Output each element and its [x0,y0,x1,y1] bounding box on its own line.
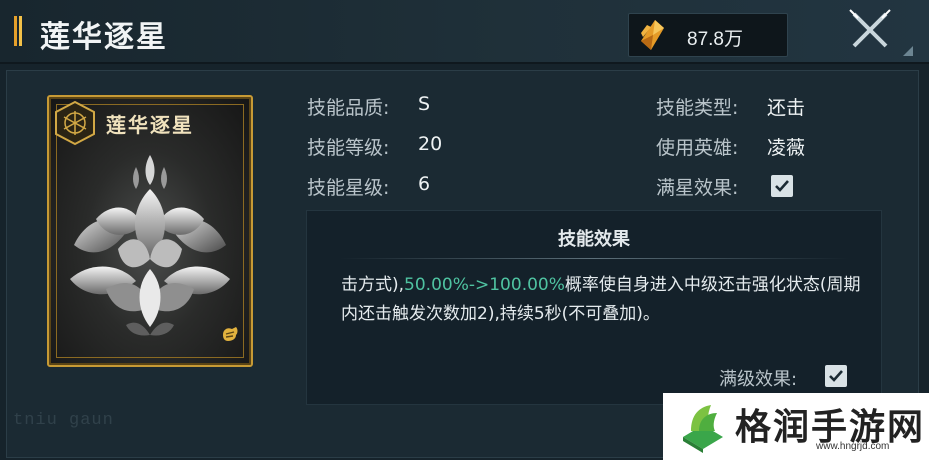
top-bar: 莲华逐星 87.8万 [0,0,929,64]
max-star-label: 满星效果: [656,177,739,199]
type-label: 技能类型: [656,97,739,119]
type-value: 还击 [767,97,806,119]
skill-card: 莲华逐星 [47,95,253,367]
hero-value: 凌薇 [767,137,806,159]
close-icon[interactable] [846,8,894,52]
star-label: 技能星级: [307,177,390,199]
watermark-logo-icon [683,405,723,453]
faint-game-logo: tniu gaun [13,411,114,430]
site-watermark: 格润手游网 www.hngrjd.com [663,393,929,460]
max-level-checkbox[interactable] [825,365,847,387]
lotus-art [70,155,230,336]
effect-highlight: 50.00%->100.00% [404,275,565,295]
hero-label: 使用英雄: [656,137,739,159]
crystal-icon [641,20,664,50]
effect-box: 技能效果 击方式),50.00%->100.00%概率使自身进入中级还击强化状态… [306,210,882,405]
effect-description: 击方式),50.00%->100.00%概率使自身进入中级还击强化状态(周期内还… [341,271,861,329]
watermark-url: www.hngrjd.com [816,441,890,452]
page-title: 莲华逐星 [40,20,168,55]
level-label: 技能等级: [307,137,390,159]
quality-label: 技能品质: [307,97,390,119]
title-accent [14,16,24,46]
effect-text-before: 击方式), [341,275,405,295]
card-title: 莲华逐星 [106,113,194,137]
quality-value: S [418,93,431,115]
corner-mark-icon [903,46,913,56]
hex-emblem-icon [55,100,95,146]
max-level-label: 满级效果: [719,369,798,390]
check-icon [829,370,843,382]
effect-divider [339,258,849,259]
effect-title: 技能效果 [558,229,630,250]
currency-amount: 87.8万 [687,29,743,50]
max-star-checkbox[interactable] [771,175,793,197]
check-icon [775,180,789,192]
level-value: 20 [418,133,443,155]
hand-icon [223,327,238,341]
star-value: 6 [418,173,431,195]
currency-display: 87.8万 [628,13,788,57]
